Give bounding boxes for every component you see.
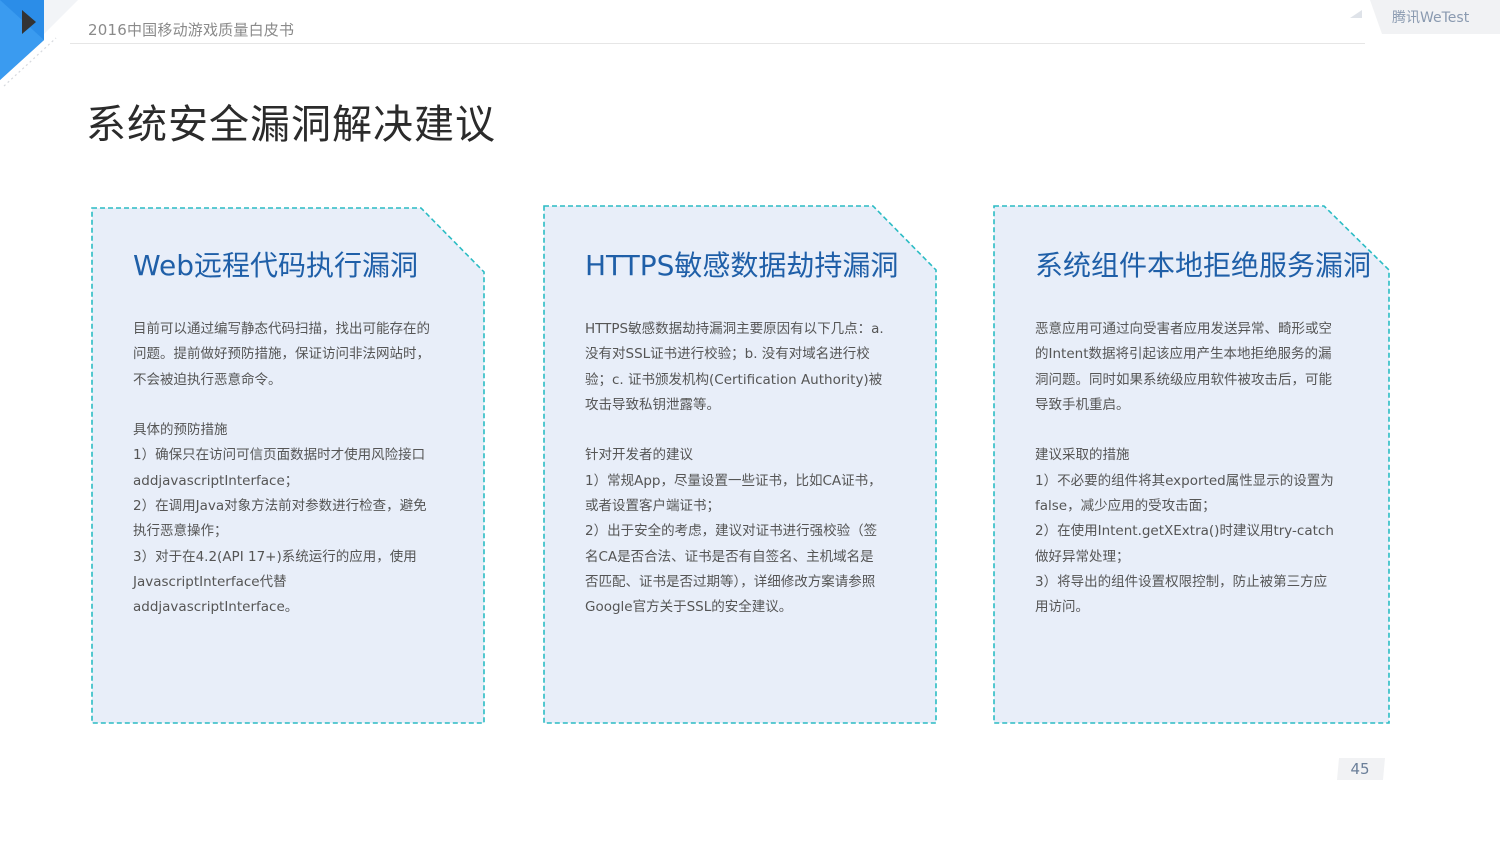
card-line: 针对开发者的建议 bbox=[585, 447, 693, 464]
card-title: HTTPS敏感数据劫持漏洞 bbox=[585, 249, 899, 282]
card-line: false，减少应用的受攻击面； bbox=[1035, 498, 1216, 515]
card-title: 系统组件本地拒绝服务漏洞 bbox=[1035, 249, 1372, 282]
card-line: JavascriptInterface代替 bbox=[133, 573, 287, 590]
card-line: 建议采取的措施 bbox=[1035, 447, 1130, 464]
card-line: 2）在使用Intent.getXExtra()时建议用try-catch bbox=[1035, 523, 1334, 540]
card-https-hijack: HTTPS敏感数据劫持漏洞 HTTPS敏感数据劫持漏洞主要原因有以下几点：a. … bbox=[543, 204, 937, 725]
card-web-rce: Web远程代码执行漏洞 目前可以通过编写静态代码扫描，找出可能存在的 问题。提前… bbox=[91, 204, 485, 725]
card-line: 2）在调用Java对象方法前对参数进行检查，避免 bbox=[133, 498, 427, 515]
card-line: Google官方关于SSL的安全建议。 bbox=[585, 599, 793, 616]
card-line: 或者设置客户端证书； bbox=[585, 498, 720, 515]
card-line bbox=[585, 418, 905, 443]
card-line: 1）常规App，尽量设置一些证书，比如CA证书， bbox=[585, 472, 882, 489]
document-title: 2016中国移动游戏质量白皮书 bbox=[88, 21, 295, 39]
card-line: 2）出于安全的考虑，建议对证书进行强校验（签 bbox=[585, 523, 878, 540]
card-line: 恶意应用可通过向受害者应用发送异常、畸形或空 bbox=[1035, 321, 1332, 337]
corner-decoration bbox=[0, 0, 78, 87]
card-title: Web远程代码执行漏洞 bbox=[133, 249, 419, 282]
card-line: 没有对SSL证书进行校验；b. 没有对域名进行校 bbox=[585, 346, 870, 363]
card-line bbox=[1035, 418, 1355, 443]
card-line: 做好异常处理； bbox=[1035, 548, 1130, 565]
card-line: 1）不必要的组件将其exported属性显示的设置为 bbox=[1035, 472, 1334, 489]
card-line: 1）确保只在访问可信页面数据时才使用风险接口 bbox=[133, 447, 426, 464]
card-line: 执行恶意操作； bbox=[133, 523, 228, 540]
card-line: 名CA是否合法、证书是否有自签名、主机域名是 bbox=[585, 548, 874, 565]
card-body: HTTPS敏感数据劫持漏洞主要原因有以下几点：a. 没有对SSL证书进行校验；b… bbox=[585, 317, 905, 621]
card-line: 洞问题。同时如果系统级应用软件被攻击后，可能 bbox=[1035, 371, 1332, 388]
header-divider bbox=[70, 43, 1365, 44]
card-body: 目前可以通过编写静态代码扫描，找出可能存在的 问题。提前做好预防措施，保证访问非… bbox=[133, 317, 451, 621]
card-line: 的Intent数据将引起该应用产生本地拒绝服务的漏 bbox=[1035, 346, 1332, 363]
card-line: addjavascriptInterface。 bbox=[133, 599, 299, 616]
card-line bbox=[133, 393, 451, 418]
card-line: 否匹配、证书是否过期等），详细修改方案请参照 bbox=[585, 573, 876, 590]
card-line: 用访问。 bbox=[1035, 599, 1089, 616]
card-component-dos: 系统组件本地拒绝服务漏洞 恶意应用可通过向受害者应用发送异常、畸形或空 的Int… bbox=[993, 204, 1390, 725]
card-line: 验；c. 证书颁发机构(Certification Authority)被 bbox=[585, 371, 883, 388]
card-line: 具体的预防措施 bbox=[133, 422, 228, 439]
card-line: 攻击导致私钥泄露等。 bbox=[585, 396, 720, 413]
page-title: 系统安全漏洞解决建议 bbox=[86, 102, 496, 148]
card-line: 3）将导出的组件设置权限控制，防止被第三方应 bbox=[1035, 573, 1328, 590]
card-body: 恶意应用可通过向受害者应用发送异常、畸形或空 的Intent数据将引起该应用产生… bbox=[1035, 317, 1355, 621]
card-line: 不会被迫执行恶意命令。 bbox=[133, 371, 282, 388]
card-line: 导致手机重启。 bbox=[1035, 396, 1130, 413]
card-line: HTTPS敏感数据劫持漏洞主要原因有以下几点：a. bbox=[585, 321, 884, 337]
card-line: 3）对于在4.2(API 17+)系统运行的应用，使用 bbox=[133, 548, 417, 565]
brand-logo-text: 腾讯WeTest bbox=[1392, 10, 1470, 26]
page-number: 45 bbox=[1350, 760, 1370, 778]
card-line: addjavascriptInterface； bbox=[133, 472, 299, 489]
card-line: 问题。提前做好预防措施，保证访问非法网站时， bbox=[133, 346, 430, 363]
card-line: 目前可以通过编写静态代码扫描，找出可能存在的 bbox=[133, 321, 430, 337]
